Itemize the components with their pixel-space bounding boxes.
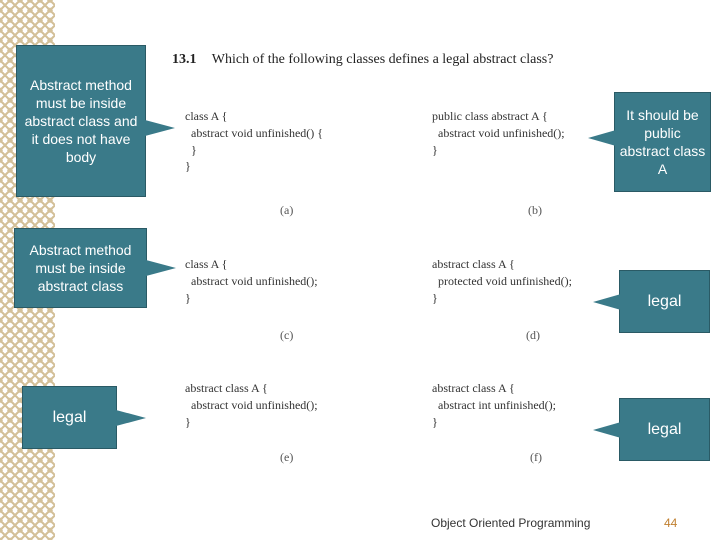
label-e: (e)	[280, 450, 293, 465]
callout-c-tail	[146, 260, 176, 276]
code-c: class A { abstract void unfinished(); }	[185, 256, 318, 306]
callout-e-tail	[116, 410, 146, 426]
callout-d-text: legal	[648, 293, 682, 311]
callout-a: Abstract method must be inside abstract …	[16, 45, 146, 197]
callout-f-text: legal	[648, 421, 682, 439]
code-d: abstract class A { protected void unfini…	[432, 256, 572, 306]
code-a: class A { abstract void unfinished() { }…	[185, 108, 323, 175]
callout-b-text: It should be public abstract class A	[619, 106, 706, 179]
question-number: 13.1	[172, 52, 197, 67]
callout-b-tail	[588, 130, 616, 146]
label-b: (b)	[528, 203, 542, 218]
callout-f-tail	[593, 422, 621, 438]
code-f: abstract class A { abstract int unfinish…	[432, 380, 556, 430]
callout-d-tail	[593, 294, 621, 310]
callout-c-text: Abstract method must be inside abstract …	[19, 241, 142, 296]
question-header: 13.1 Which of the following classes defi…	[172, 52, 553, 68]
code-e: abstract class A { abstract void unfinis…	[185, 380, 318, 430]
callout-a-tail	[145, 120, 175, 136]
question-text: Which of the following classes defines a…	[212, 52, 554, 67]
callout-b: It should be public abstract class A	[614, 92, 711, 192]
label-c: (c)	[280, 328, 293, 343]
label-d: (d)	[526, 328, 540, 343]
callout-e-text: legal	[53, 409, 87, 427]
code-b: public class abstract A { abstract void …	[432, 108, 565, 158]
slide-number: 44	[664, 516, 677, 530]
callout-e: legal	[22, 386, 117, 449]
callout-f: legal	[619, 398, 710, 461]
callout-c: Abstract method must be inside abstract …	[14, 228, 147, 308]
callout-a-text: Abstract method must be inside abstract …	[21, 76, 141, 167]
label-a: (a)	[280, 203, 293, 218]
footer-text: Object Oriented Programming	[431, 516, 590, 530]
callout-d: legal	[619, 270, 710, 333]
label-f: (f)	[530, 450, 542, 465]
